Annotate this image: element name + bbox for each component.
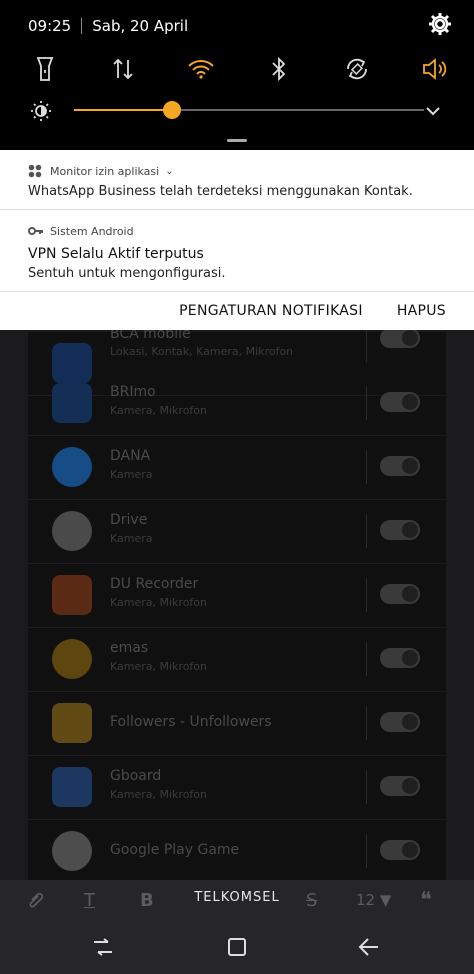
shade-handle[interactable] [227,139,247,142]
notification-app-name: Monitor izin aplikasi [50,164,160,178]
chevron-down-icon[interactable]: ⌄ [165,166,173,177]
followers-app-icon [52,703,92,743]
clock: 09:25 [28,17,72,35]
list-item[interactable]: DU Recorder Kamera, Mikrofon [28,564,446,628]
home-icon[interactable] [222,932,252,962]
list-item[interactable]: emas Kamera, Mikrofon [28,628,446,692]
dana-app-icon [52,447,92,487]
app-name: Gboard [110,768,162,784]
brightness-slider[interactable] [74,101,424,119]
app-permissions: Kamera [110,532,153,545]
list-item[interactable]: Followers - Unfollowers [28,692,446,756]
notification-app-name: Sistem Android [50,224,134,238]
notification-settings-button[interactable]: PENGATURAN NOTIFIKASI [179,303,363,319]
app-name: emas [110,640,149,656]
app-name: DU Recorder [110,576,199,592]
gboard-app-icon [52,767,92,807]
permission-toggle[interactable] [380,648,420,668]
app-monitor-icon [28,164,42,178]
app-name: Google Play Game [110,842,240,858]
app-name: BRImo [110,384,156,400]
du-recorder-app-icon [52,575,92,615]
navigation-bar [0,920,474,974]
brightness-control [30,98,444,122]
drive-app-icon [52,511,92,551]
app-permissions: Kamera, Mikrofon [110,404,208,417]
settings-gear-icon[interactable] [428,12,452,36]
play-games-app-icon [52,831,92,871]
app-permissions: Kamera [110,468,153,481]
notification-title: VPN Selalu Aktif terputus [28,246,204,262]
mobile-data-icon[interactable] [108,54,138,84]
permission-toggle[interactable] [380,776,420,796]
app-permissions: Kamera, Mikrofon [110,788,208,801]
list-item[interactable]: Google Play Game [28,820,446,884]
auto-rotate-icon[interactable] [342,54,372,84]
emas-app-icon [52,639,92,679]
background-app-permissions-list: BCA mobile Lokasi, Kontak, Kamera, Mikro… [28,326,446,880]
carrier-name: TELKOMSEL [194,890,280,905]
permission-toggle[interactable] [380,520,420,540]
back-icon[interactable] [354,932,384,962]
wifi-icon[interactable] [186,54,216,84]
brightness-icon [30,100,52,122]
list-item[interactable]: Gboard Kamera, Mikrofon [28,756,446,820]
app-permissions: Kamera, Mikrofon [110,596,208,609]
app-name: DANA [110,448,151,464]
notification-body: WhatsApp Business telah terdeteksi mengg… [28,184,413,199]
brimo-app-icon [52,383,92,423]
notification-card[interactable]: Sistem Android VPN Selalu Aktif terputus… [0,210,474,292]
list-item[interactable]: BRImo Kamera, Mikrofon [28,372,446,436]
notification-list: Monitor izin aplikasi ⌄ WhatsApp Busines… [0,150,474,330]
recents-icon[interactable] [88,932,118,962]
permission-toggle[interactable] [380,328,420,348]
notification-body: Sentuh untuk mengonfigurasi. [28,266,226,281]
permission-toggle[interactable] [380,584,420,604]
sound-icon[interactable] [420,54,450,84]
brightness-slider-thumb[interactable] [163,101,181,119]
app-permissions: Lokasi, Kontak, Kamera, Mikrofon [110,345,294,358]
notification-card[interactable]: Monitor izin aplikasi ⌄ WhatsApp Busines… [0,150,474,210]
list-item[interactable]: DANA Kamera [28,436,446,500]
app-name: Drive [110,512,148,528]
bluetooth-icon[interactable] [264,54,294,84]
app-permissions: Kamera, Mikrofon [110,660,208,673]
permission-toggle[interactable] [380,712,420,732]
editor-toolbar: T B S 12 ▼ ❝ TELKOMSEL [0,880,474,920]
flashlight-icon[interactable] [30,54,60,84]
permission-toggle[interactable] [380,840,420,860]
list-item[interactable]: Drive Kamera [28,500,446,564]
notification-shade: 09:25 Sab, 20 April [0,0,474,150]
date: Sab, 20 April [92,17,189,35]
permission-toggle[interactable] [380,456,420,476]
key-icon [28,224,43,238]
permission-toggle[interactable] [380,392,420,412]
chevron-down-icon[interactable] [422,100,444,122]
app-name: Followers - Unfollowers [110,714,272,730]
clear-notifications-button[interactable]: HAPUS [397,303,446,319]
